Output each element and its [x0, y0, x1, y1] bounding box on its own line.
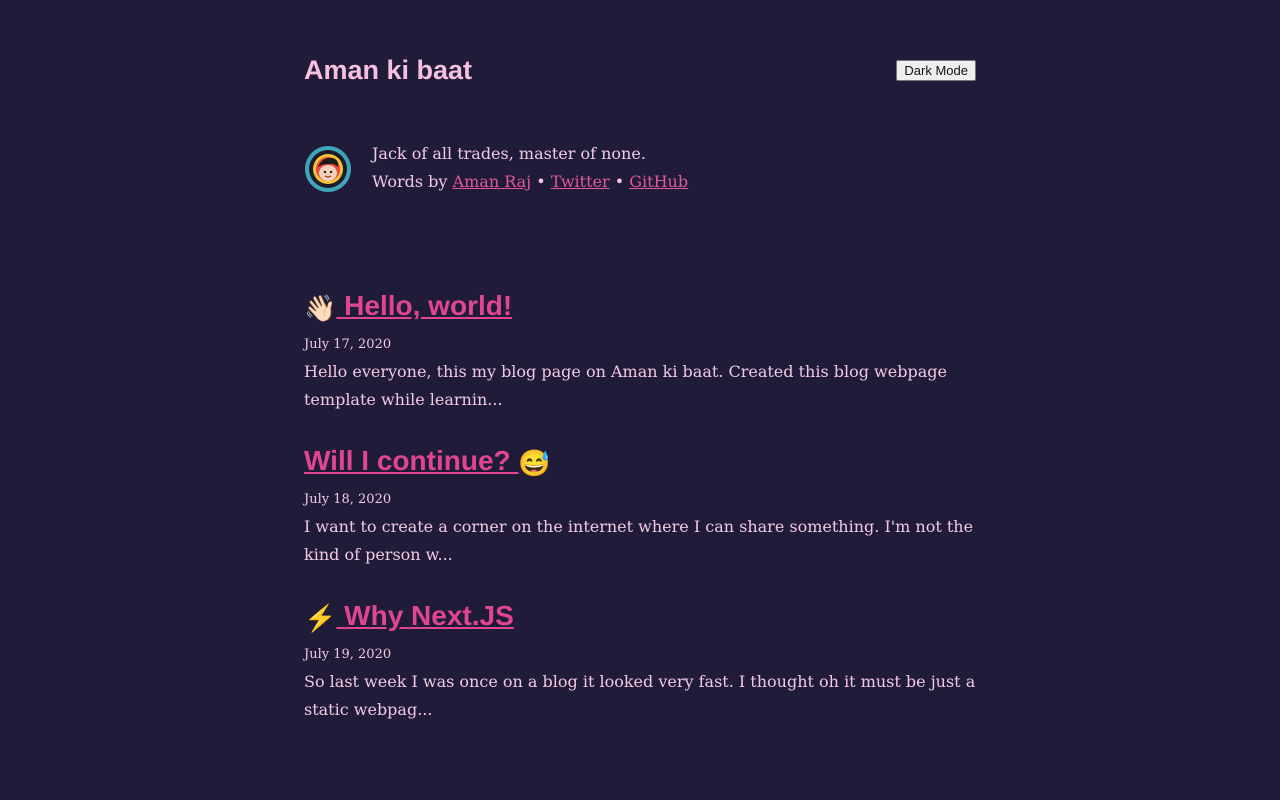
- post-date: July 18, 2020: [304, 492, 392, 507]
- post-title-text: Why Next.JS: [344, 600, 514, 631]
- site-title[interactable]: Aman ki baat: [304, 52, 472, 88]
- words-by-label: Words by: [372, 172, 453, 191]
- author-avatar: [305, 146, 351, 192]
- post-date: July 19, 2020: [304, 647, 392, 662]
- sweat-smile-icon: 😅: [518, 448, 551, 478]
- post-list: 👋🏻 Hello, world! July 17, 2020 Hello eve…: [304, 288, 976, 724]
- post-item: Will I continue? 😅 July 18, 2020 I want …: [304, 443, 976, 569]
- post-excerpt: I want to create a corner on the interne…: [304, 517, 974, 564]
- author-bio: Jack of all trades, master of none. Word…: [304, 140, 976, 288]
- post-excerpt: So last week I was once on a blog it loo…: [304, 672, 976, 719]
- lightning-icon: ⚡: [304, 603, 337, 633]
- dark-mode-toggle-button[interactable]: Dark Mode: [896, 60, 976, 81]
- post-item: 👋🏻 Hello, world! July 17, 2020 Hello eve…: [304, 288, 976, 414]
- site-header: Aman ki baat Dark Mode: [304, 0, 976, 140]
- blog-container: Aman ki baat Dark Mode Jack of all trade…: [304, 0, 976, 753]
- post-date: July 17, 2020: [304, 337, 392, 352]
- github-link[interactable]: GitHub: [629, 172, 688, 191]
- waving-hand-icon: 👋🏻: [304, 293, 337, 323]
- post-title-text: Will I continue?: [304, 445, 511, 476]
- bio-tagline: Jack of all trades, master of none.: [372, 144, 646, 163]
- post-title: Will I continue? 😅: [304, 443, 976, 481]
- post-excerpt: Hello everyone, this my blog page on Ama…: [304, 362, 947, 409]
- post-item: ⚡ Why Next.JS July 19, 2020 So last week…: [304, 598, 976, 724]
- author-link[interactable]: Aman Raj: [453, 172, 532, 191]
- post-link[interactable]: 👋🏻 Hello, world!: [304, 290, 513, 323]
- bio-credits: Words by Aman Raj • Twitter • GitHub: [372, 168, 688, 196]
- post-link[interactable]: Will I continue? 😅: [304, 445, 551, 478]
- separator: •: [531, 172, 551, 191]
- post-title: ⚡ Why Next.JS: [304, 598, 976, 636]
- twitter-link[interactable]: Twitter: [551, 172, 610, 191]
- post-title-text: Hello, world!: [344, 290, 513, 321]
- bio-text: Jack of all trades, master of none. Word…: [372, 140, 688, 196]
- post-title: 👋🏻 Hello, world!: [304, 288, 976, 326]
- separator: •: [609, 172, 630, 191]
- post-link[interactable]: ⚡ Why Next.JS: [304, 600, 514, 633]
